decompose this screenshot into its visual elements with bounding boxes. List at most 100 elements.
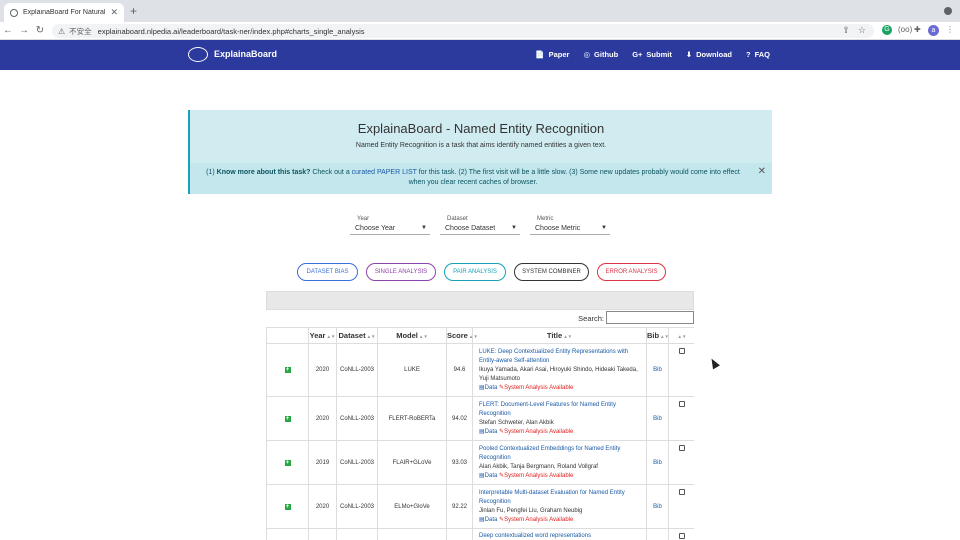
sort-icon: ▲▼ xyxy=(326,334,336,339)
data-link[interactable]: ▤Data xyxy=(479,385,497,391)
grammarly-extension-icon[interactable]: G xyxy=(882,25,892,35)
year-cell xyxy=(308,528,337,540)
paper-authors: Alan Akbik, Tanja Bergmann, Roland Vollg… xyxy=(479,463,598,470)
bib-column-header[interactable]: Bib▲▼ xyxy=(646,327,669,344)
data-link[interactable]: ▤Data xyxy=(479,429,497,435)
paper-list-link[interactable]: curated PAPER LIST xyxy=(352,169,417,176)
question-icon: ? xyxy=(745,50,751,59)
system-combiner-button[interactable]: SYSTEM COMBINER xyxy=(514,263,589,281)
analysis-buttons: DATASET BIAS SINGLE ANALYSIS PAIR ANALYS… xyxy=(297,263,666,281)
reload-icon[interactable]: ↻ xyxy=(32,25,48,36)
year-select[interactable]: Year Choose Year ▼ xyxy=(350,216,430,235)
single-analysis-button[interactable]: SINGLE ANALYSIS xyxy=(366,263,436,281)
data-link[interactable]: ▤Data xyxy=(479,473,497,479)
row-checkbox[interactable] xyxy=(678,445,685,451)
search-input[interactable] xyxy=(606,311,694,324)
score-column-header[interactable]: Score▲▼ xyxy=(446,327,478,344)
row-checkbox[interactable] xyxy=(678,401,685,407)
system-analysis-link[interactable]: ✎System Analysis Available xyxy=(499,385,573,391)
forward-icon[interactable]: → xyxy=(16,25,32,36)
close-icon[interactable]: ✕ xyxy=(758,167,766,177)
puzzle-extensions-icon[interactable]: ✚ xyxy=(914,25,921,34)
expand-plus-icon[interactable]: + xyxy=(284,367,291,373)
data-link[interactable]: ▤Data xyxy=(479,517,497,523)
bib-link[interactable]: Bib xyxy=(646,440,669,485)
bib-link[interactable]: Bib xyxy=(646,484,669,529)
system-analysis-link[interactable]: ✎System Analysis Available xyxy=(499,517,573,523)
year-cell: 2019 xyxy=(308,440,337,485)
notice-alert: (1) Know more about this task? Check out… xyxy=(190,163,772,194)
model-cell: LUKE xyxy=(377,343,447,397)
paper-title-link[interactable]: LUKE: Deep Contextualized Entity Represe… xyxy=(479,348,640,366)
browser-tab-bar: ExplainaBoard For Natural Lan ✕ + xyxy=(0,0,960,22)
browser-tab[interactable]: ExplainaBoard For Natural Lan ✕ xyxy=(4,3,124,22)
year-column-header[interactable]: Year▲▼ xyxy=(308,327,337,344)
mouse-cursor-icon xyxy=(708,356,720,370)
year-cell: 2020 xyxy=(308,484,337,529)
table-header-row: Year▲▼ Dataset▲▼ Model▲▼ Score▲▼ Title▲▼… xyxy=(266,327,694,344)
nav-github[interactable]: ◎ Github xyxy=(583,50,618,59)
row-checkbox[interactable] xyxy=(678,348,685,354)
brand-name[interactable]: ExplainaBoard xyxy=(214,49,277,59)
chevron-down-icon: ▼ xyxy=(421,225,427,231)
paper-title-link[interactable]: Interpretable Multi-dataset Evaluation f… xyxy=(479,489,640,507)
row-checkbox[interactable] xyxy=(678,489,685,495)
score-cell: 92.22 xyxy=(446,484,473,529)
expand-plus-icon[interactable]: + xyxy=(284,459,291,466)
error-analysis-button[interactable]: ERROR ANALYSIS xyxy=(597,263,666,281)
sort-icon: ▲▼ xyxy=(563,334,573,339)
nav-submit[interactable]: G+ Submit xyxy=(632,50,672,59)
browser-menu-icon[interactable] xyxy=(944,7,952,15)
security-label: 不安全 xyxy=(69,26,92,36)
pair-analysis-button[interactable]: PAIR ANALYSIS xyxy=(444,263,506,281)
dataset-bias-button[interactable]: DATASET BIAS xyxy=(297,263,358,281)
chevron-down-icon: ▼ xyxy=(601,225,607,231)
nav-download[interactable]: ⬇ Download xyxy=(686,50,732,59)
nav-paper[interactable]: 📄 Paper xyxy=(535,50,569,59)
dataset-column-header[interactable]: Dataset▲▼ xyxy=(336,327,378,344)
bib-link[interactable]: Bib xyxy=(646,396,669,441)
new-tab-button[interactable]: + xyxy=(130,4,137,18)
back-icon[interactable]: ← xyxy=(0,25,16,36)
kebab-menu-icon[interactable]: ⋮ xyxy=(946,25,954,34)
sort-icon: ▲▼ xyxy=(366,334,376,339)
task-banner: ExplainaBoard - Named Entity Recognition… xyxy=(188,110,772,194)
model-cell: FLAIR+GLoVe xyxy=(377,440,447,485)
expand-plus-icon[interactable]: + xyxy=(284,415,291,422)
extension-label[interactable]: (oo) xyxy=(898,25,912,34)
explainaboard-logo-icon[interactable] xyxy=(188,47,208,62)
dataset-cell: CoNLL-2003 xyxy=(336,343,378,397)
title-column-header[interactable]: Title▲▼ xyxy=(472,327,647,344)
model-cell xyxy=(377,528,447,540)
system-analysis-link[interactable]: ✎System Analysis Available xyxy=(499,429,573,435)
bib-link[interactable] xyxy=(646,528,669,540)
title-cell: Interpretable Multi-dataset Evaluation f… xyxy=(472,484,647,529)
row-checkbox[interactable] xyxy=(678,533,685,539)
model-column-header[interactable]: Model▲▼ xyxy=(377,327,447,344)
score-cell: 94.02 xyxy=(446,396,473,441)
bib-link[interactable]: Bib xyxy=(646,343,669,397)
dataset-cell: CoNLL-2003 xyxy=(336,484,378,529)
share-icon[interactable]: ⇪ xyxy=(842,25,850,36)
expand-plus-icon[interactable]: + xyxy=(284,503,291,510)
bookmark-star-icon[interactable]: ☆ xyxy=(858,25,866,36)
score-cell: 93.03 xyxy=(446,440,473,485)
page-title: ExplainaBoard - Named Entity Recognition xyxy=(357,121,605,136)
paper-title-link[interactable]: Deep contextualized word representations xyxy=(479,532,640,540)
url-input[interactable]: ⚠ 不安全 explainaboard.nlpedia.ai/leaderboa… xyxy=(52,24,874,38)
title-cell: LUKE: Deep Contextualized Entity Represe… xyxy=(472,343,647,397)
title-cell: Pooled Contextualized Embeddings for Nam… xyxy=(472,440,647,485)
paper-title-link[interactable]: FLERT: Document-Level Features for Named… xyxy=(479,401,640,419)
nav-faq[interactable]: ? FAQ xyxy=(746,50,770,59)
leaderboard-table-container: Search: Year▲▼ Dataset▲▼ Model▲▼ Score▲▼… xyxy=(266,291,694,540)
close-tab-icon[interactable]: ✕ xyxy=(110,7,118,18)
dataset-select[interactable]: Dataset Choose Dataset ▼ xyxy=(440,216,520,235)
system-analysis-link[interactable]: ✎System Analysis Available xyxy=(499,473,573,479)
paper-authors: Jinlan Fu, Pengfei Liu, Graham Neubig xyxy=(479,507,583,514)
metric-select[interactable]: Metric Choose Metric ▼ xyxy=(530,216,610,235)
profile-avatar[interactable]: a xyxy=(928,25,939,36)
dataset-label: Dataset xyxy=(447,216,468,222)
select-column-header[interactable]: ▲▼ xyxy=(668,327,694,344)
paper-title-link[interactable]: Pooled Contextualized Embeddings for Nam… xyxy=(479,445,640,463)
table-row: + 2020 CoNLL-2003 ELMo+GloVe 92.22 Inter… xyxy=(266,484,694,529)
